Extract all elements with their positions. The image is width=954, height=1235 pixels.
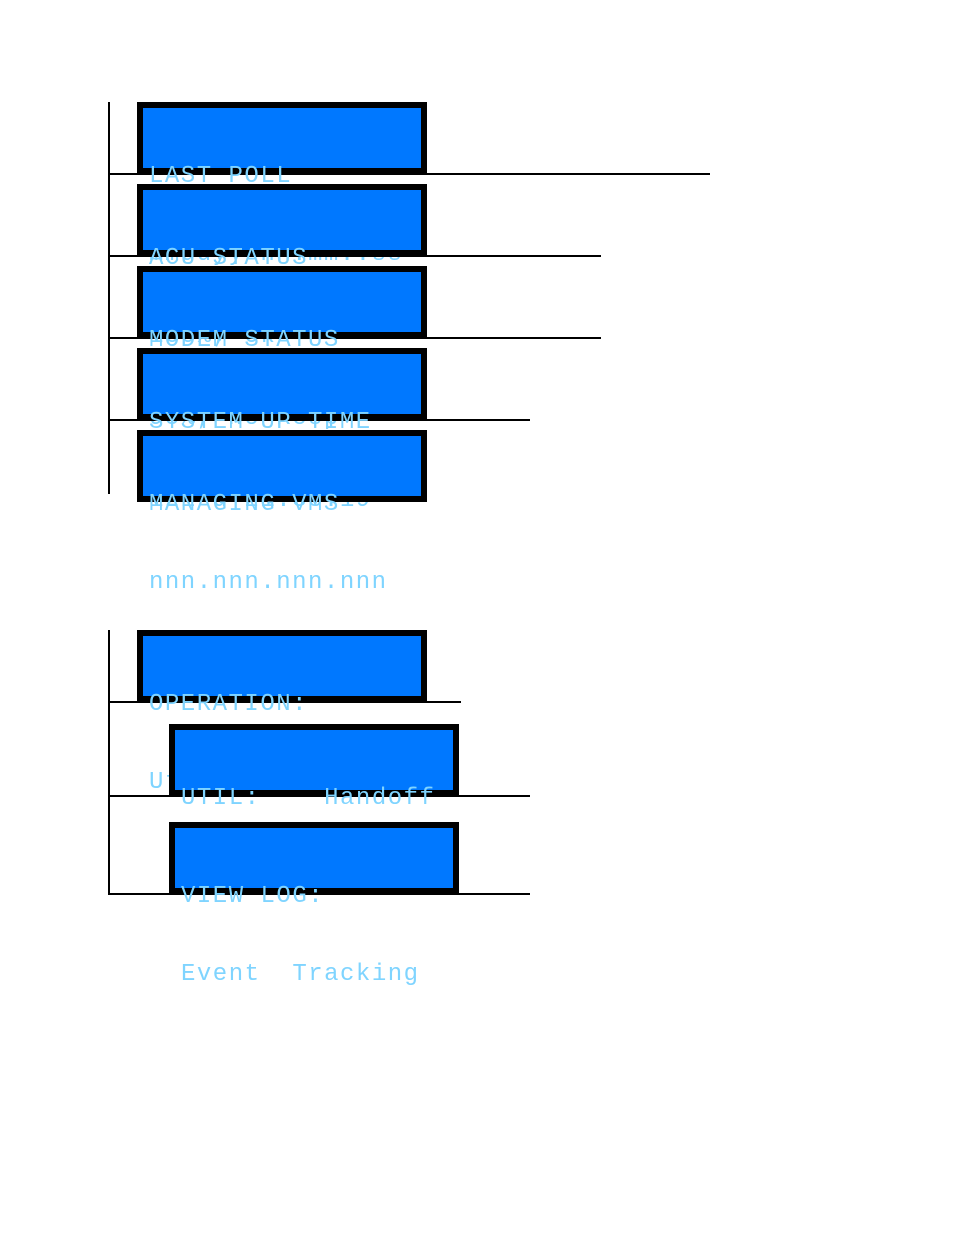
lcd-line1: OPERATION: [149, 692, 415, 718]
lcd-line1: VIEW LOG: [181, 884, 447, 910]
lcd-modem-status: MODEM STATUS 95%, No Resp [137, 266, 427, 338]
lcd-line1: UTIL: Handoff [181, 786, 447, 812]
lcd-util: UTIL: Handoff Stealth Reset [169, 724, 459, 796]
lcd-managing-vms: MANAGING VMS nnn.nnn.nnn.nnn [137, 430, 427, 502]
lcd-view-log: VIEW LOG: Event Tracking [169, 822, 459, 894]
lcd-line1: MANAGING VMS [149, 492, 415, 518]
diagram-page: LAST POLL mmddyy hh:mm::ss ACU STATUS 10… [0, 0, 954, 1235]
tree-trunk-bottom [108, 630, 110, 895]
tree-trunk-top [108, 102, 110, 494]
lcd-operation: OPERATION: Util Log Service [137, 630, 427, 702]
lcd-last-poll: LAST POLL mmddyy hh:mm::ss [137, 102, 427, 174]
lcd-line2: nnn.nnn.nnn.nnn [149, 570, 415, 596]
lcd-line2: Event Tracking [181, 962, 447, 988]
lcd-acu-status: ACU STATUS 100%, Ok [137, 184, 427, 256]
lcd-system-uptime: SYSTEM UP TIME 121 d 21:38:19 [137, 348, 427, 420]
